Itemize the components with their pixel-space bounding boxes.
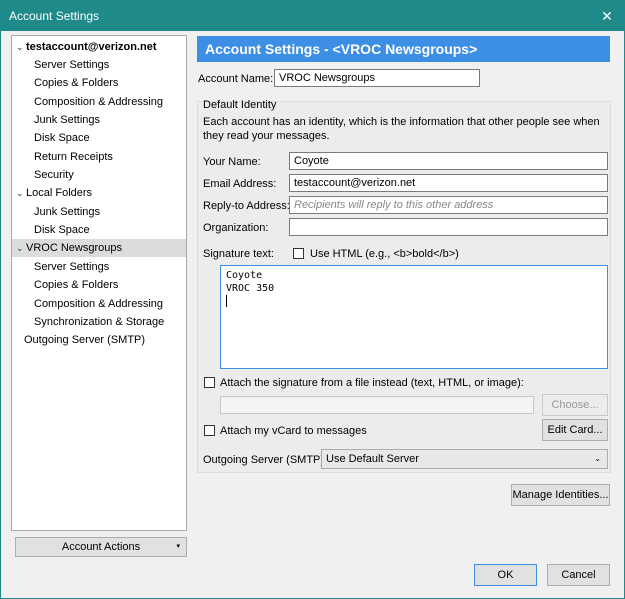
cancel-button[interactable]: Cancel <box>547 564 610 586</box>
attach-file-checkbox[interactable] <box>204 377 215 388</box>
text-caret <box>226 295 227 307</box>
signature-line: Coyote <box>226 270 263 281</box>
tree-item-disk-space[interactable]: Disk Space <box>34 221 90 239</box>
account-name-input[interactable]: VROC Newsgroups <box>274 69 480 87</box>
signature-textarea[interactable]: Coyote VROC 350 <box>220 265 608 369</box>
email-label: Email Address: <box>203 178 277 190</box>
dropdown-arrow-icon: ▾ <box>176 543 180 550</box>
chevron-down-icon: ⌄ <box>594 454 601 463</box>
account-name-label: Account Name: <box>198 73 274 85</box>
tree-item-sync-storage[interactable]: Synchronization & Storage <box>34 313 164 331</box>
choose-button[interactable]: Choose... <box>542 394 608 416</box>
page-title: Account Settings - <VROC Newsgroups> <box>197 36 610 62</box>
your-name-input[interactable]: Coyote <box>289 152 608 170</box>
attach-file-label: Attach the signature from a file instead… <box>220 377 524 389</box>
signature-file-input[interactable] <box>220 396 534 414</box>
ok-button[interactable]: OK <box>474 564 537 586</box>
reply-to-input[interactable]: Recipients will reply to this other addr… <box>289 196 608 214</box>
edit-card-button[interactable]: Edit Card... <box>542 419 608 441</box>
tree-item-junk[interactable]: Junk Settings <box>34 203 100 221</box>
tree-account-vroc-newsgroups[interactable]: ⌄ VROC Newsgroups <box>12 239 186 257</box>
outgoing-server-select[interactable]: Use Default Server ⌄ <box>321 449 608 469</box>
tree-item-server-settings[interactable]: Server Settings <box>34 56 109 74</box>
account-tree[interactable]: ⌄ testaccount@verizon.net Server Settings… <box>11 35 187 531</box>
account-actions-button[interactable]: Account Actions ▾ <box>15 537 187 557</box>
organization-input[interactable] <box>289 218 608 236</box>
close-icon[interactable]: ✕ <box>596 5 618 27</box>
identity-description: Each account has an identity, which is t… <box>203 116 600 142</box>
default-identity-label: Default Identity <box>203 99 277 111</box>
tree-item-security[interactable]: Security <box>34 166 74 184</box>
reply-to-label: Reply-to Address: <box>203 200 290 212</box>
tree-item-copies-folders[interactable]: Copies & Folders <box>34 276 118 294</box>
attach-vcard-label: Attach my vCard to messages <box>220 425 367 437</box>
use-html-checkbox[interactable] <box>293 248 304 259</box>
tree-account-testaccount[interactable]: ⌄ testaccount@verizon.net <box>16 38 184 56</box>
chevron-down-icon[interactable]: ⌄ <box>16 38 26 56</box>
email-input[interactable]: testaccount@verizon.net <box>289 174 608 192</box>
chevron-down-icon[interactable]: ⌄ <box>16 184 26 202</box>
your-name-label: Your Name: <box>203 156 261 168</box>
tree-item-composition[interactable]: Composition & Addressing <box>34 295 163 313</box>
organization-label: Organization: <box>203 222 269 234</box>
tree-item-return-receipts[interactable]: Return Receipts <box>34 148 113 166</box>
title-bar: Account Settings ✕ <box>1 1 624 31</box>
tree-item-composition[interactable]: Composition & Addressing <box>34 93 163 111</box>
signature-line: VROC 350 <box>226 283 275 294</box>
attach-vcard-checkbox[interactable] <box>204 425 215 436</box>
tree-item-disk-space[interactable]: Disk Space <box>34 129 90 147</box>
outgoing-server-label: Outgoing Server (SMTP): <box>203 454 328 466</box>
window-title: Account Settings <box>9 9 100 23</box>
account-settings-window: Account Settings ✕ ⌄ testaccount@verizon.… <box>0 0 625 599</box>
tree-item-outgoing-server[interactable]: Outgoing Server (SMTP) <box>24 331 192 349</box>
signature-label: Signature text: <box>203 248 274 260</box>
tree-item-junk[interactable]: Junk Settings <box>34 111 100 129</box>
tree-item-server-settings[interactable]: Server Settings <box>34 258 109 276</box>
tree-account-local-folders[interactable]: ⌄ Local Folders <box>16 184 184 202</box>
use-html-label: Use HTML (e.g., <b>bold</b>) <box>310 248 459 260</box>
manage-identities-button[interactable]: Manage Identities... <box>511 484 610 506</box>
chevron-down-icon[interactable]: ⌄ <box>16 239 26 257</box>
tree-item-copies-folders[interactable]: Copies & Folders <box>34 74 118 92</box>
